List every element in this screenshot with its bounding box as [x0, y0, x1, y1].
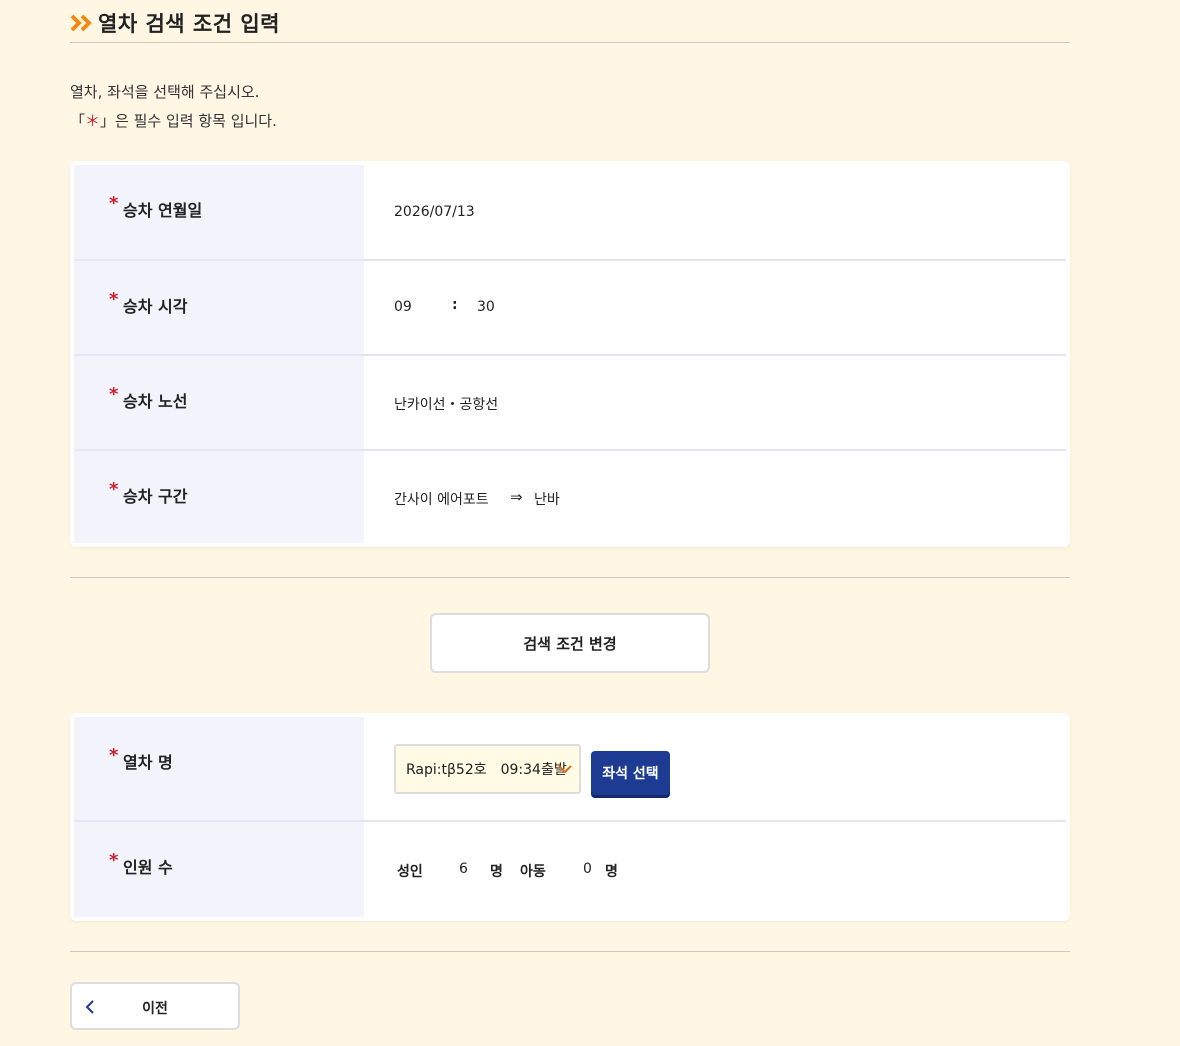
intro-line-2-text: 」은 필수 입력 항목 입니다.	[100, 112, 277, 130]
boarding-date-value: 2026/07/13	[394, 204, 475, 220]
time-separator: :	[452, 297, 458, 313]
intro-line-1: 열차, 좌석을 선택해 주십시오.	[70, 83, 260, 101]
divider	[70, 951, 1070, 952]
row-boarding-time: * 승차 시각 09 : 30	[74, 261, 1066, 354]
train-select[interactable]: Rapi:tβ52호 09:34출발	[394, 744, 581, 794]
value-cell: Rapi:tβ52호 09:34출발 좌석 선택	[364, 717, 1066, 820]
train-selection-card: * 열차 명 Rapi:tβ52호 09:34출발 좌석 선택 * 인원 수 성…	[70, 713, 1070, 921]
adult-unit: 명	[490, 864, 503, 880]
section-heading: 열차 검색 조건 입력	[70, 8, 1070, 43]
intro-bracket-open: 「	[70, 112, 86, 130]
double-chevron-icon	[70, 14, 92, 32]
row-boarding-line: * 승차 노선 난카이선・공항선	[74, 356, 1066, 449]
change-search-conditions-button[interactable]: 검색 조건 변경	[430, 613, 710, 673]
value-cell: 09 : 30	[364, 261, 1066, 354]
arrow-right-icon: ⇒	[510, 488, 523, 506]
row-train-name: * 열차 명 Rapi:tβ52호 09:34출발 좌석 선택	[74, 717, 1066, 820]
passengers-label: 인원 수	[123, 858, 173, 877]
required-star: ＊	[85, 112, 101, 130]
required-mark: *	[109, 193, 119, 214]
label-cell: * 승차 구간	[74, 451, 364, 543]
child-unit: 명	[605, 864, 618, 880]
back-button[interactable]: 이전	[70, 982, 240, 1030]
value-cell: 2026/07/13	[364, 165, 1066, 259]
required-mark: *	[109, 384, 119, 405]
boarding-minute: 30	[477, 299, 495, 315]
required-mark: *	[109, 850, 119, 871]
boarding-date-label: 승차 연월일	[123, 201, 203, 220]
row-boarding-date: * 승차 연월일 2026/07/13	[74, 165, 1066, 259]
label-cell: * 열차 명	[74, 717, 364, 820]
section-to: 난바	[534, 492, 560, 508]
intro-line-2: 「＊」은 필수 입력 항목 입니다.	[70, 107, 277, 136]
page-title: 열차 검색 조건 입력	[98, 12, 280, 36]
value-cell: 성인 6 명 아동 0 명	[364, 822, 1066, 917]
label-cell: * 승차 연월일	[74, 165, 364, 259]
row-passengers: * 인원 수 성인 6 명 아동 0 명	[74, 822, 1066, 917]
divider	[70, 577, 1070, 578]
child-label: 아동	[520, 864, 546, 880]
train-select-value: Rapi:tβ52호 09:34출발	[406, 762, 567, 778]
boarding-time-label: 승차 시각	[123, 297, 188, 316]
label-cell: * 인원 수	[74, 822, 364, 917]
back-button-label: 이전	[142, 1001, 168, 1017]
section-from: 간사이 에어포트	[394, 492, 489, 508]
boarding-hour: 09	[394, 299, 412, 315]
adult-label: 성인	[397, 864, 423, 880]
required-mark: *	[109, 289, 119, 310]
adult-count[interactable]: 6	[459, 861, 468, 877]
boarding-line-value: 난카이선・공항선	[394, 397, 499, 413]
value-cell: 간사이 에어포트 ⇒ 난바	[364, 451, 1066, 543]
train-name-label: 열차 명	[123, 753, 173, 772]
boarding-line-label: 승차 노선	[123, 392, 188, 411]
label-cell: * 승차 시각	[74, 261, 364, 354]
value-cell: 난카이선・공항선	[364, 356, 1066, 449]
label-cell: * 승차 노선	[74, 356, 364, 449]
required-mark: *	[109, 745, 119, 766]
boarding-section-label: 승차 구간	[123, 487, 188, 506]
intro-text: 열차, 좌석을 선택해 주십시오. 「＊」은 필수 입력 항목 입니다.	[70, 78, 277, 136]
required-mark: *	[109, 479, 119, 500]
row-boarding-section: * 승차 구간 간사이 에어포트 ⇒ 난바	[74, 451, 1066, 543]
seat-select-button[interactable]: 좌석 선택	[591, 751, 670, 795]
child-count[interactable]: 0	[583, 861, 592, 877]
search-conditions-card: * 승차 연월일 2026/07/13 * 승차 시각 09 : 30 * 승차	[70, 161, 1070, 547]
chevron-down-icon	[558, 765, 572, 774]
